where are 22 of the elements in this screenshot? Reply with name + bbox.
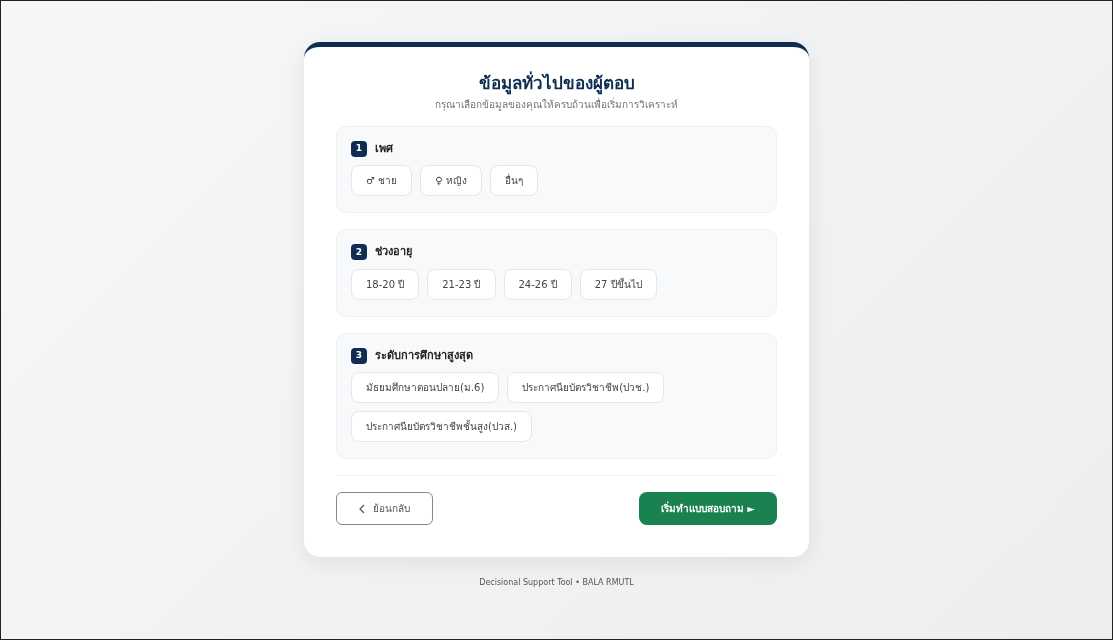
back-button[interactable]: ย้อนกลับ xyxy=(336,492,433,525)
question-title: ช่วงอายุ xyxy=(375,244,412,260)
form-subtitle: กรุณาเลือกข้อมูลของคุณให้ครบถ้วนเพื่อเริ่มการวิเคราะห์ xyxy=(434,96,679,112)
option-button[interactable]: 27 ปีขึ้นไป xyxy=(579,268,657,300)
form-title: ข้อมูลทั่วไปของผู้ตอบ xyxy=(477,71,636,97)
step-number: 2 xyxy=(351,244,367,261)
option-button[interactable]: 24-26 ปี xyxy=(503,268,572,300)
step-number: 3 xyxy=(351,347,367,364)
option-button[interactable]: ประกาศนียบัตรวิชาชีพชั้นสูง(ปวส.) xyxy=(351,411,532,442)
question-title: เพศ xyxy=(375,140,393,157)
option-button[interactable]: ♀ หญิง xyxy=(420,165,482,196)
question-title: ระดับการศึกษาสูงสุด xyxy=(375,347,473,364)
option-button[interactable]: มัธยมศึกษาตอนปลาย(ม.6) xyxy=(351,372,500,403)
option-button[interactable]: อื่นๆ xyxy=(489,165,538,196)
start-button[interactable]: เริ่มทำแบบสอบถาม ► xyxy=(638,492,777,525)
step-number: 1 xyxy=(351,140,367,157)
chevron-left-icon xyxy=(359,503,365,514)
option-button[interactable]: 21-23 ปี xyxy=(427,268,496,300)
option-button[interactable]: 18-20 ปี xyxy=(351,268,420,300)
option-button[interactable]: ประกาศนียบัตรวิชาชีพ(ปวช.) xyxy=(507,372,665,403)
footer-text: Decisional Support Tool • BALA RMUTL xyxy=(479,577,634,589)
option-button[interactable]: ♂ ชาย xyxy=(351,165,413,196)
